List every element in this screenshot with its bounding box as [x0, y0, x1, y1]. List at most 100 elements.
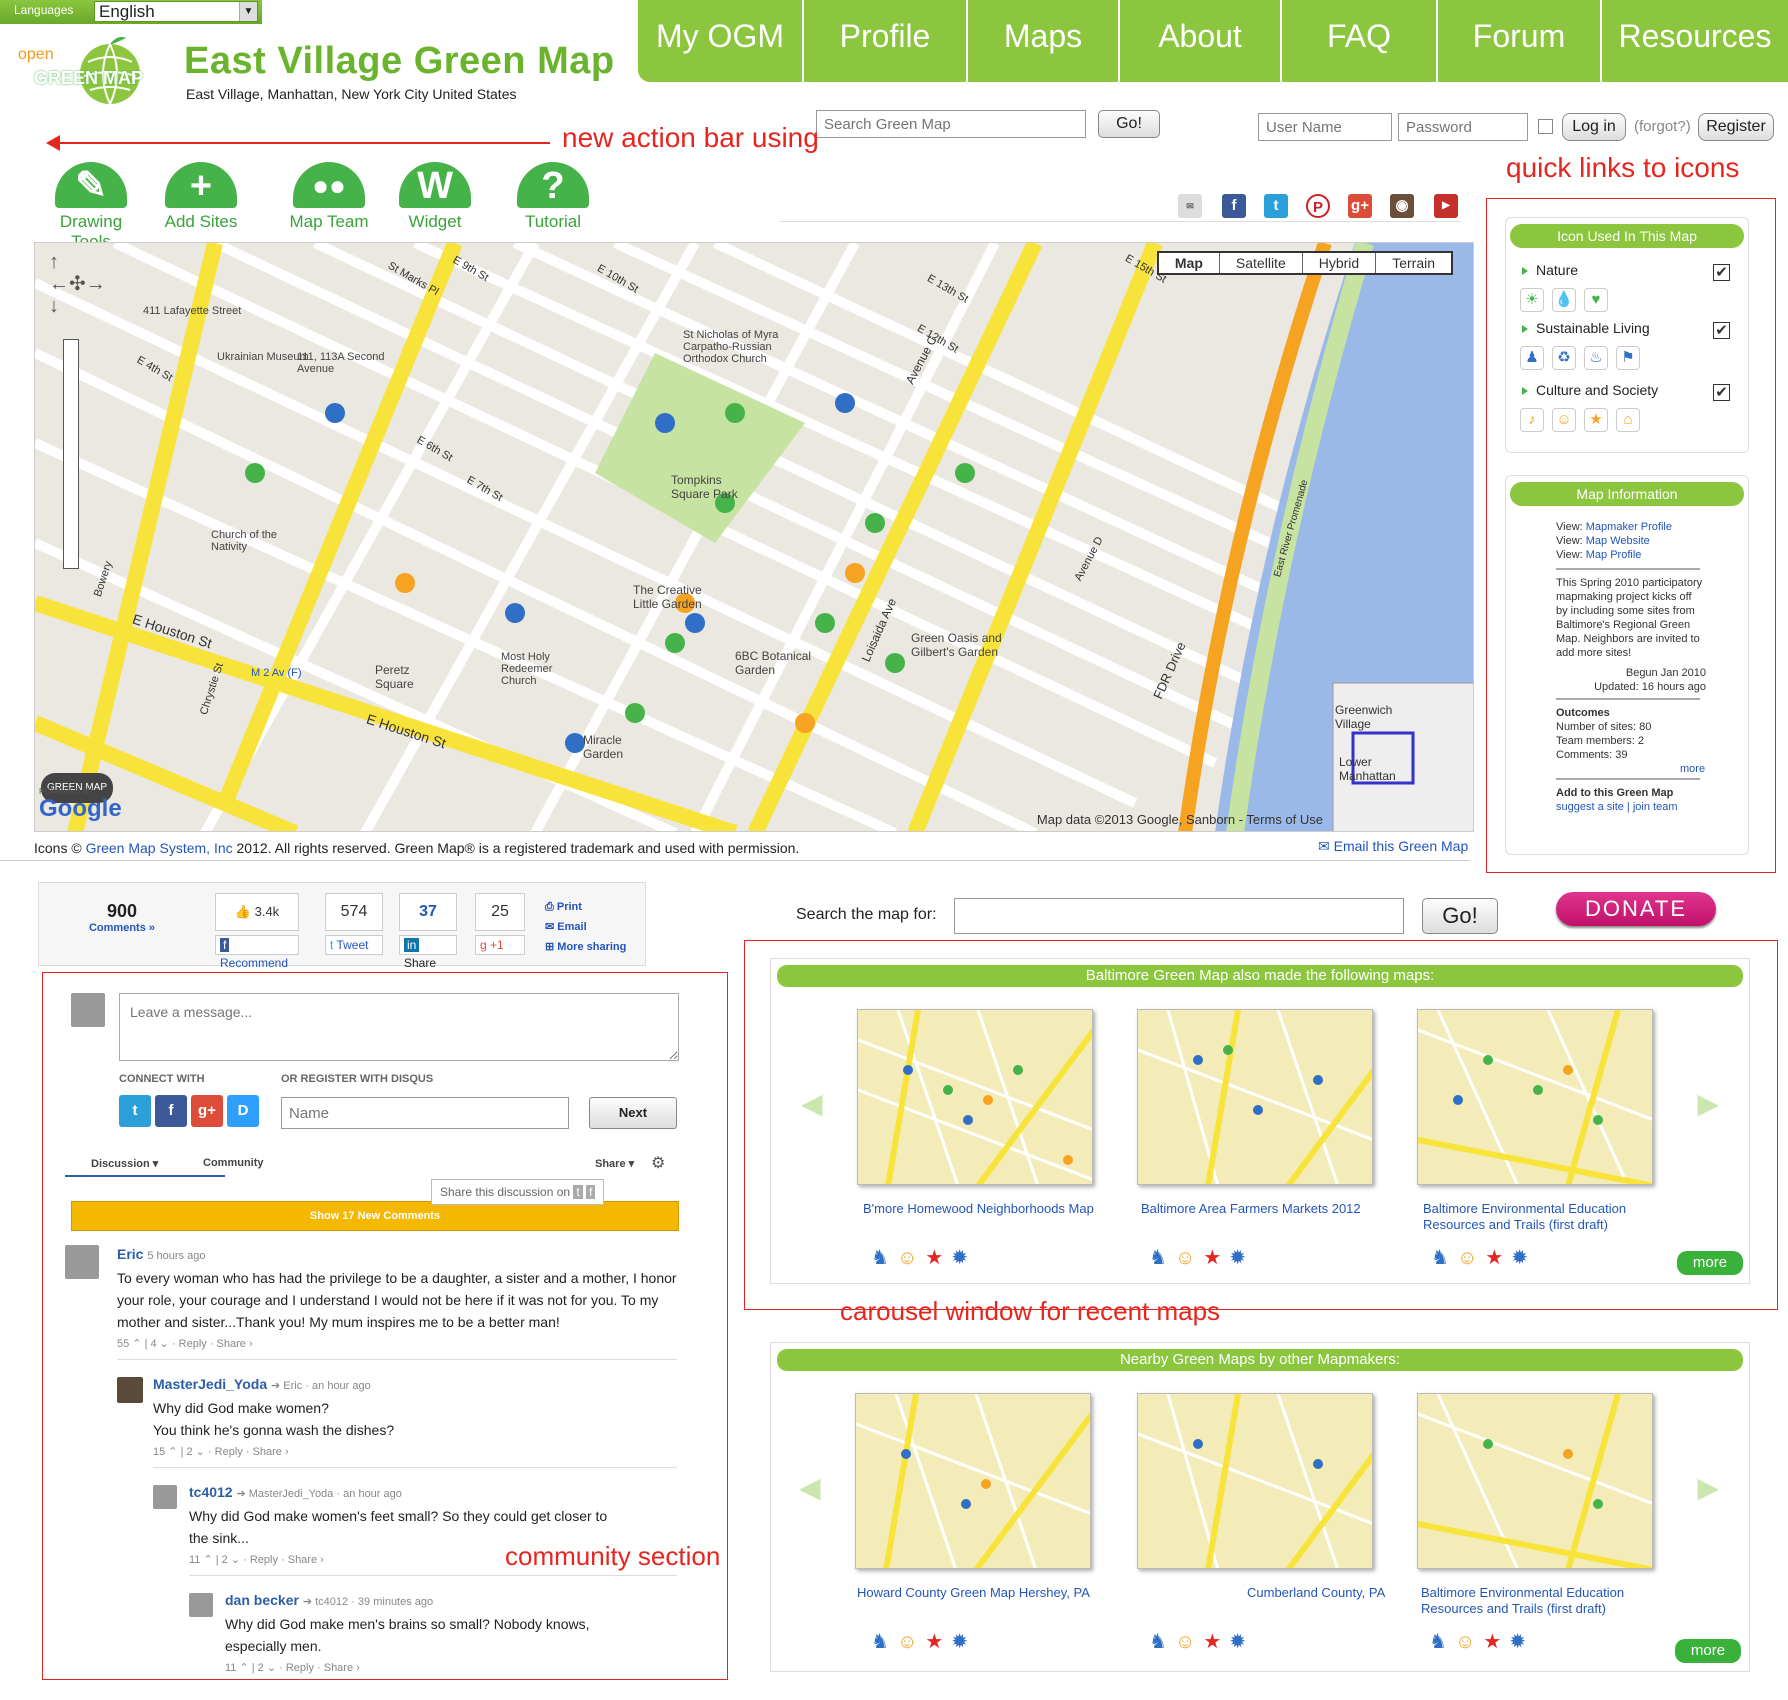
nav-about[interactable]: About	[1120, 0, 1282, 82]
print-link[interactable]: ⎙ Print	[545, 897, 626, 917]
email-link[interactable]: ✉ Email	[545, 917, 626, 937]
gplus-button[interactable]: g +1	[475, 935, 525, 955]
heart-icon[interactable]: ♥	[1584, 288, 1608, 312]
remember-checkbox[interactable]	[1538, 119, 1553, 134]
password-field[interactable]	[1398, 113, 1528, 141]
carousel-next-arrow-icon[interactable]: ▶	[1697, 1087, 1719, 1120]
nav-forum[interactable]: Forum	[1438, 0, 1602, 82]
donate-button[interactable]: DONATE	[1556, 892, 1716, 926]
map-profile-link[interactable]: Map Profile	[1586, 549, 1642, 561]
more-button[interactable]: more	[1677, 1251, 1743, 1275]
comment-author[interactable]: MasterJedi_Yoda	[153, 1376, 267, 1392]
tab-community[interactable]: Community	[203, 1157, 264, 1169]
carousel-next-arrow-icon[interactable]: ▶	[1697, 1471, 1719, 1504]
map-search-input[interactable]	[954, 898, 1404, 934]
action-tutorial[interactable]: ? Tutorial	[508, 162, 598, 232]
map-thumbnail[interactable]	[1137, 1393, 1373, 1569]
login-button[interactable]: Log in	[1562, 113, 1626, 141]
comment-input[interactable]	[119, 993, 679, 1061]
map-title-link[interactable]: Howard County Green Map Hershey, PA	[857, 1585, 1107, 1601]
copyright-link[interactable]: Green Map System, Inc	[86, 840, 233, 856]
add-to-map-links[interactable]: suggest a site | join team	[1556, 800, 1677, 814]
forgot-link[interactable]: (forgot?)	[1634, 118, 1691, 135]
map-thumbnail[interactable]	[1417, 1393, 1653, 1569]
water-drop-icon[interactable]: 💧	[1552, 288, 1576, 312]
facebook-icon[interactable]: f	[586, 1185, 596, 1199]
more-link[interactable]: more	[1680, 762, 1705, 776]
map-website-link[interactable]: Map Website	[1586, 535, 1650, 547]
map-type-terrain[interactable]: Terrain	[1376, 253, 1451, 273]
email-map-link[interactable]: ✉ Email this Green Map	[1318, 838, 1468, 855]
share-dropdown[interactable]: Share ▾	[595, 1157, 634, 1170]
person-icon[interactable]: ♟	[1520, 346, 1544, 370]
category-nature[interactable]: Nature ✔ ☀ 💧 ♥	[1506, 262, 1748, 312]
map-title-link[interactable]: Baltimore Environmental Education Resour…	[1421, 1585, 1671, 1617]
comment-author[interactable]: Eric	[117, 1246, 143, 1262]
facebook-recommend-button[interactable]: f Recommend	[215, 935, 299, 970]
open-green-map-logo[interactable]: open GREEN MAP	[14, 32, 154, 106]
username-field[interactable]	[1258, 113, 1392, 141]
mapmaker-profile-link[interactable]: Mapmaker Profile	[1586, 521, 1672, 533]
house-icon[interactable]: ⌂	[1616, 408, 1640, 432]
category-culture-and-society[interactable]: Culture and Society ✔ ♪ ☺ ★ ⌂	[1506, 382, 1748, 432]
hot-spring-icon[interactable]: ♨	[1584, 346, 1608, 370]
youtube-icon[interactable]: ▶	[1434, 194, 1458, 218]
map-canvas[interactable]: ↑ ←✣→ ↓ 411 Lafayette Street Ukrainian Mus…	[34, 242, 1474, 832]
facebook-icon[interactable]: f	[1222, 194, 1246, 218]
nav-faq[interactable]: FAQ	[1282, 0, 1438, 82]
nav-resources[interactable]: Resources	[1602, 0, 1788, 82]
recycle-icon[interactable]: ♻	[1552, 346, 1576, 370]
carousel-prev-arrow-icon[interactable]: ◀	[799, 1471, 821, 1504]
disqus-login-icon[interactable]: D	[227, 1095, 259, 1127]
comment-author[interactable]: tc4012	[189, 1484, 233, 1500]
flag-icon[interactable]: ⚑	[1616, 346, 1640, 370]
comment-footer[interactable]: 15 ⌃ | 2 ⌄ · Reply · Share ›	[153, 1441, 673, 1463]
action-map-team[interactable]: ●● Map Team	[284, 162, 374, 232]
map-type-hybrid[interactable]: Hybrid	[1303, 253, 1377, 273]
search-go-button[interactable]: Go!	[1098, 110, 1160, 138]
nav-maps[interactable]: Maps	[968, 0, 1120, 82]
nav-profile[interactable]: Profile	[804, 0, 968, 82]
more-sharing-link[interactable]: ⊞ More sharing	[545, 937, 626, 957]
action-widget[interactable]: W Widget	[390, 162, 480, 232]
gear-icon[interactable]: ⚙	[651, 1153, 665, 1173]
language-select[interactable]: English ▼	[94, 1, 258, 22]
carousel-prev-arrow-icon[interactable]: ◀	[801, 1087, 823, 1120]
linkedin-share-button[interactable]: in Share	[399, 935, 457, 970]
tab-discussion[interactable]: Discussion ▾	[91, 1157, 158, 1170]
twitter-icon[interactable]: t	[573, 1185, 583, 1199]
comments-count-box[interactable]: 900 Comments »	[39, 883, 205, 965]
google-login-icon[interactable]: g+	[191, 1095, 223, 1127]
category-checkbox[interactable]: ✔	[1713, 384, 1730, 401]
zoom-slider[interactable]	[63, 339, 79, 569]
comment-footer[interactable]: 11 ⌃ | 2 ⌄ · Reply · Share ›	[225, 1657, 625, 1679]
category-checkbox[interactable]: ✔	[1713, 322, 1730, 339]
tweet-button[interactable]: t Tweet	[325, 935, 383, 955]
map-search-go-button[interactable]: Go!	[1422, 898, 1498, 934]
twitter-login-icon[interactable]: t	[119, 1095, 151, 1127]
smiley-icon[interactable]: ☺	[1552, 408, 1576, 432]
sun-icon[interactable]: ☀	[1520, 288, 1544, 312]
map-pan-control[interactable]: ↑ ←✣→ ↓	[49, 251, 106, 317]
nav-my-ogm[interactable]: My OGM	[638, 0, 804, 82]
news-icon[interactable]: ✉	[1178, 194, 1202, 218]
map-thumbnail[interactable]	[855, 1393, 1091, 1569]
more-button[interactable]: more	[1675, 1639, 1741, 1663]
register-button[interactable]: Register	[1698, 113, 1774, 141]
twitter-icon[interactable]: t	[1264, 194, 1288, 218]
comment-footer[interactable]: 55 ⌃ | 4 ⌄ · Reply · Share ›	[117, 1333, 677, 1355]
map-thumbnail[interactable]	[1137, 1009, 1373, 1185]
star-icon[interactable]: ★	[1584, 408, 1608, 432]
map-type-map[interactable]: Map	[1159, 253, 1220, 273]
action-drawing-tools[interactable]: ✎ Drawing Tools	[46, 162, 136, 252]
facebook-login-icon[interactable]: f	[155, 1095, 187, 1127]
map-title-link[interactable]: Baltimore Environmental Education Resour…	[1423, 1201, 1673, 1233]
search-input[interactable]	[816, 110, 1086, 138]
comment-author[interactable]: dan becker	[225, 1592, 299, 1608]
music-icon[interactable]: ♪	[1520, 408, 1544, 432]
google-plus-icon[interactable]: g+	[1348, 194, 1372, 218]
map-thumbnail[interactable]	[857, 1009, 1093, 1185]
name-field[interactable]	[281, 1097, 569, 1129]
action-add-sites[interactable]: + Add Sites	[156, 162, 246, 232]
map-title-link[interactable]: Baltimore Area Farmers Markets 2012	[1141, 1201, 1391, 1217]
